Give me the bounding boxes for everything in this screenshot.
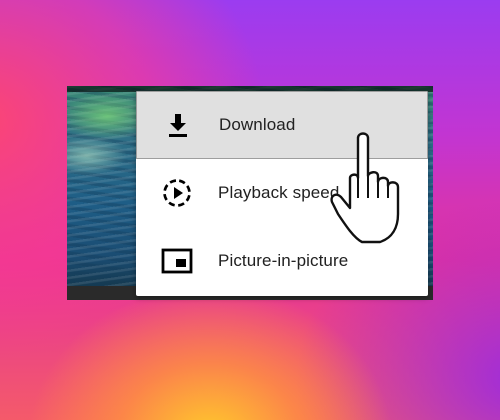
menu-item-label: Playback speed [218, 183, 340, 202]
menu-item-label: Download [219, 115, 296, 134]
picture-in-picture-icon [160, 244, 194, 278]
menu-item-label: Picture-in-picture [218, 251, 349, 270]
download-icon [161, 108, 195, 142]
playback-speed-icon [160, 176, 194, 210]
hand-pointer-icon [330, 132, 400, 244]
